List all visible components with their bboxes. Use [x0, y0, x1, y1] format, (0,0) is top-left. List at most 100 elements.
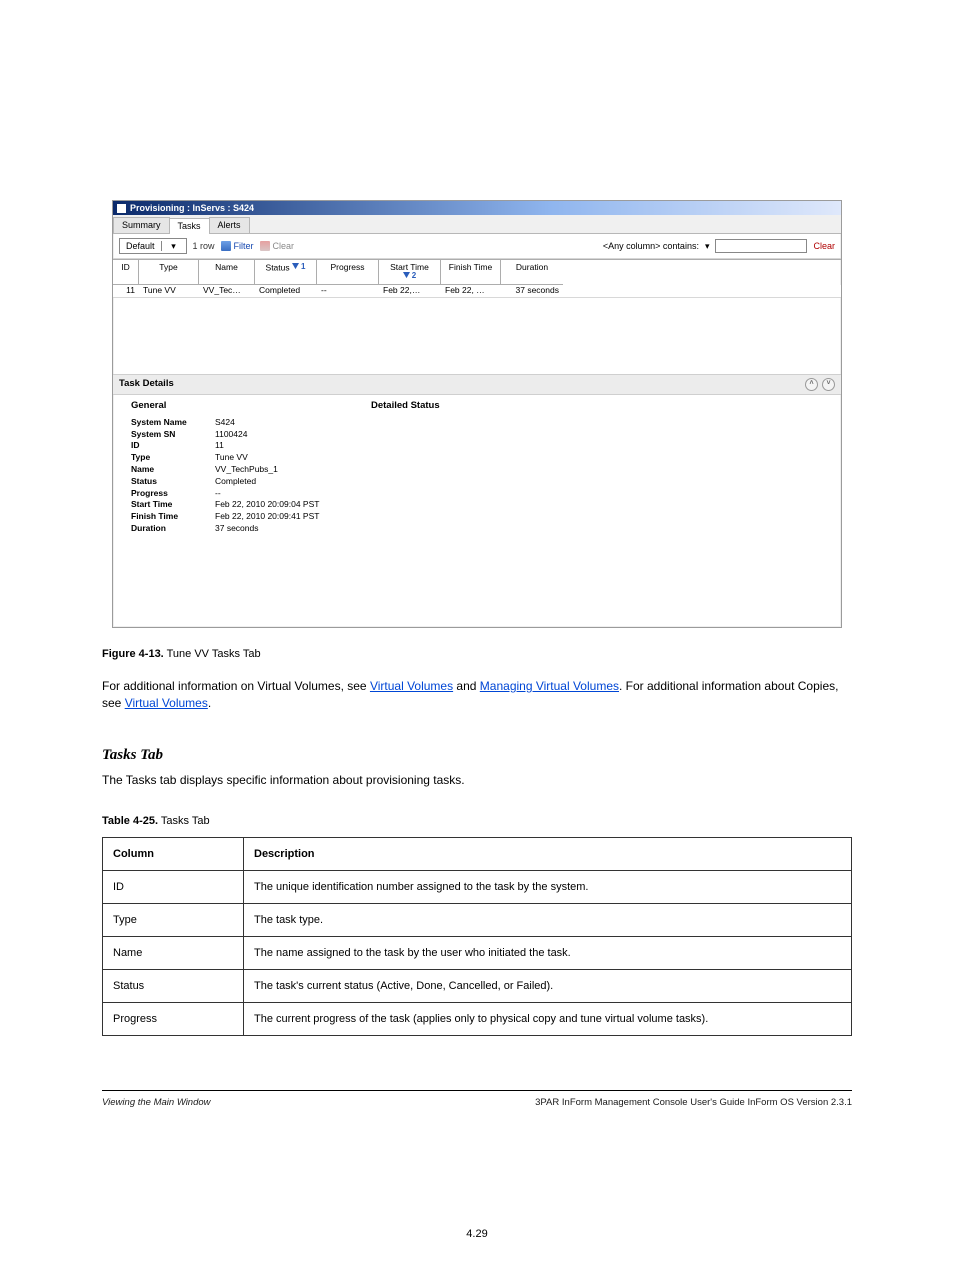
td-column: Name — [103, 937, 244, 970]
kv-key: Status — [131, 477, 207, 487]
td-description: The task's current status (Active, Done,… — [244, 970, 852, 1003]
kv-key: Progress — [131, 489, 207, 499]
cell-progress: -- — [317, 285, 379, 297]
col-status[interactable]: Status 1 — [255, 260, 317, 286]
section-heading: Tasks Tab — [102, 747, 852, 764]
td-description: The name assigned to the task by the use… — [244, 937, 852, 970]
grid-empty-space — [113, 298, 841, 374]
td-description: The task type. — [244, 904, 852, 937]
grid-header-row: ID Type Name Status 1 Progress Start Tim… — [113, 260, 841, 286]
tab-summary[interactable]: Summary — [113, 217, 170, 232]
tab-alerts[interactable]: Alerts — [209, 217, 250, 232]
kv-value: S424 — [215, 418, 341, 428]
detailed-status-heading: Detailed Status — [371, 401, 440, 412]
td-column: Status — [103, 970, 244, 1003]
link-virtual-volumes-1[interactable]: Virtual Volumes — [370, 679, 453, 693]
filter-icon — [221, 241, 231, 251]
footer-right: 3PAR InForm Management Console User's Gu… — [535, 1097, 852, 1108]
footer-left: Viewing the Main Window — [102, 1097, 211, 1108]
kv-value: Feb 22, 2010 20:09:04 PST — [215, 500, 341, 510]
window-title: Provisioning : InServs : S424 — [130, 203, 254, 213]
search-clear-button[interactable]: Clear — [813, 241, 835, 251]
sort-indicator-start: 2 — [403, 272, 416, 280]
link-virtual-volumes-2[interactable]: Virtual Volumes — [125, 696, 208, 710]
col-finish[interactable]: Finish Time — [441, 260, 501, 286]
cell-duration: 37 seconds — [501, 285, 563, 297]
toolbar: Default ▾ 1 row Filter Clear <Any column… — [113, 234, 841, 259]
table-row: StatusThe task's current status (Active,… — [103, 970, 852, 1003]
kv-value: VV_TechPubs_1 — [215, 465, 341, 475]
figure-caption: Figure 4-13. Tune VV Tasks Tab — [102, 648, 938, 660]
chevron-down-icon[interactable]: ▾ — [705, 241, 710, 251]
search-scope-label: <Any column> contains: — [603, 241, 699, 251]
page-number: 4.29 — [16, 1228, 938, 1240]
body-paragraph-1: For additional information on Virtual Vo… — [102, 678, 852, 713]
table-header-row: Column Description — [103, 838, 852, 871]
col-id[interactable]: ID — [113, 260, 139, 286]
col-start[interactable]: Start Time 2 — [379, 260, 441, 286]
col-name[interactable]: Name — [199, 260, 255, 286]
view-selector-value: Default — [120, 241, 161, 251]
detailed-status-column: Detailed Status — [371, 401, 440, 621]
link-managing-virtual-volumes[interactable]: Managing Virtual Volumes — [480, 679, 619, 693]
kv-value: Tune VV — [215, 453, 341, 463]
search-input[interactable] — [715, 239, 807, 253]
table-caption: Table 4-25. Tasks Tab — [102, 815, 852, 827]
kv-value: 37 seconds — [215, 524, 341, 534]
task-details-body: General System Name S424 System SN 1100424 I… — [113, 395, 841, 627]
kv-key: Duration — [131, 524, 207, 534]
expand-down-icon[interactable]: ˅ — [822, 378, 835, 391]
body-paragraph-2: The Tasks tab displays specific informat… — [102, 772, 852, 789]
kv-value: 1100424 — [215, 430, 341, 440]
task-details-title: Task Details — [119, 379, 174, 390]
cell-name: VV_Tec… — [199, 285, 255, 297]
table-row: IDThe unique identification number assig… — [103, 871, 852, 904]
general-heading: General — [131, 401, 341, 412]
sort-indicator-status: 1 — [292, 263, 305, 271]
filter-button[interactable]: Filter — [221, 241, 254, 251]
kv-value: Feb 22, 2010 20:09:41 PST — [215, 512, 341, 522]
tab-bar: Summary Tasks Alerts — [113, 215, 841, 233]
table-row: TypeThe task type. — [103, 904, 852, 937]
kv-key: Type — [131, 453, 207, 463]
table-row: ProgressThe current progress of the task… — [103, 1003, 852, 1036]
table-row: NameThe name assigned to the task by the… — [103, 937, 852, 970]
kv-key: System SN — [131, 430, 207, 440]
cell-start: Feb 22,… — [379, 285, 441, 297]
row-count: 1 row — [193, 241, 215, 251]
running-footer: Viewing the Main Window 3PAR InForm Mana… — [102, 1097, 852, 1108]
cell-id: 11 — [113, 285, 139, 297]
col-type[interactable]: Type — [139, 260, 199, 286]
kv-key: System Name — [131, 418, 207, 428]
kv-key: ID — [131, 441, 207, 451]
footer-rule — [102, 1090, 852, 1091]
window-titlebar: Provisioning : InServs : S424 — [113, 201, 841, 215]
kv-value: -- — [215, 489, 341, 499]
view-selector[interactable]: Default ▾ — [119, 238, 187, 254]
kv-key: Finish Time — [131, 512, 207, 522]
eraser-icon — [260, 241, 270, 251]
td-description: The current progress of the task (applie… — [244, 1003, 852, 1036]
td-column: ID — [103, 871, 244, 904]
tab-tasks[interactable]: Tasks — [169, 218, 210, 233]
tasks-tab-table: Column Description IDThe unique identifi… — [102, 837, 852, 1036]
kv-key: Start Time — [131, 500, 207, 510]
cell-type: Tune VV — [139, 285, 199, 297]
general-column: General System Name S424 System SN 1100424 I… — [131, 401, 341, 621]
td-column: Type — [103, 904, 244, 937]
app-icon — [117, 204, 126, 213]
table-row[interactable]: 11 Tune VV VV_Tec… Completed -- Feb 22,…… — [113, 285, 841, 298]
col-progress[interactable]: Progress — [317, 260, 379, 286]
collapse-up-icon[interactable]: ˄ — [805, 378, 818, 391]
th-description: Description — [244, 838, 852, 871]
cell-status: Completed — [255, 285, 317, 297]
general-kv-list: System NameS424System SN1100424ID11TypeT… — [131, 418, 341, 534]
task-details-header: Task Details ˄ ˅ — [113, 374, 841, 395]
cell-finish: Feb 22, … — [441, 285, 501, 297]
tasks-grid: ID Type Name Status 1 Progress Start Tim… — [113, 259, 841, 374]
chevron-down-icon: ▾ — [161, 241, 186, 251]
kv-key: Name — [131, 465, 207, 475]
td-column: Progress — [103, 1003, 244, 1036]
filter-clear-button[interactable]: Clear — [260, 241, 295, 251]
col-duration[interactable]: Duration — [501, 260, 563, 286]
